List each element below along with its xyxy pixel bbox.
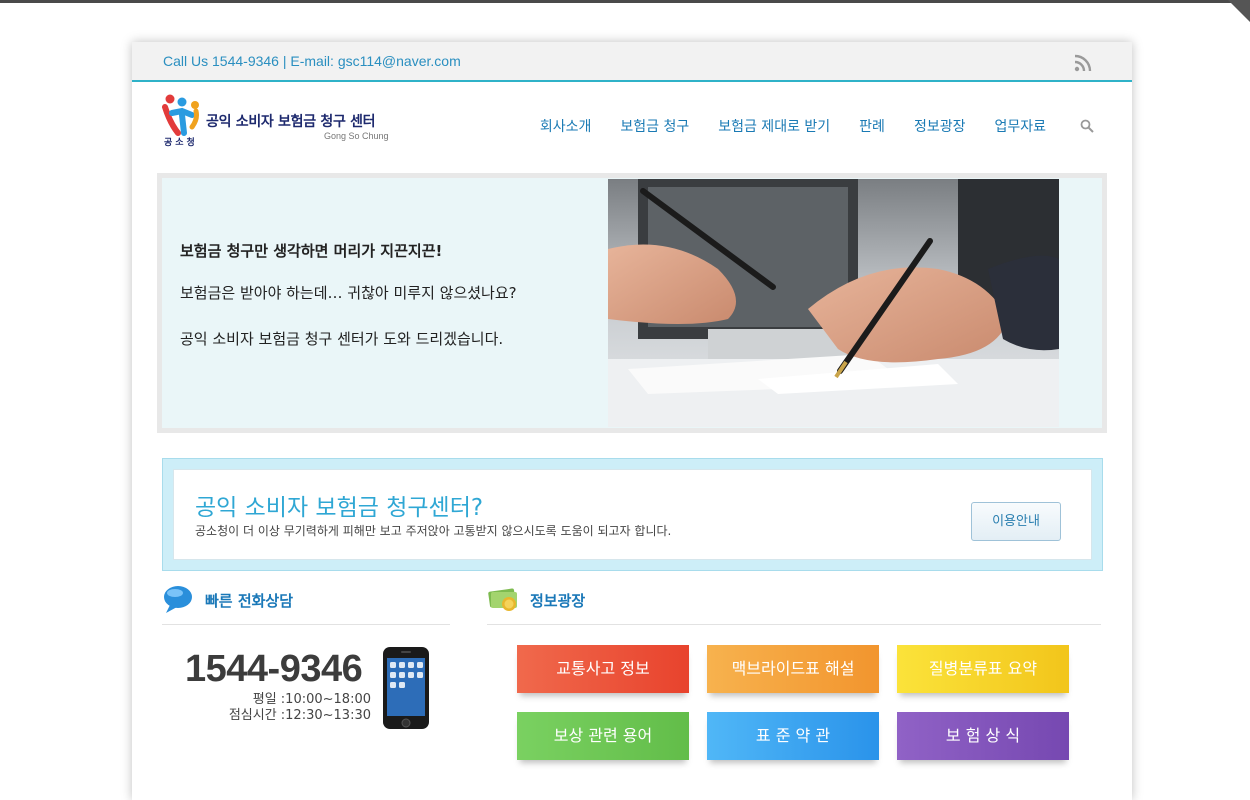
tile-insurance-basics[interactable]: 보 험 상 식 bbox=[897, 712, 1069, 760]
top-bar: Call Us 1544-9346 | E-mail: gsc114@naver… bbox=[132, 42, 1132, 82]
nav-item-info-square[interactable]: 정보광장 bbox=[914, 116, 966, 136]
consult-title: 빠른 전화상담 bbox=[205, 592, 294, 610]
hero-headline: 보험금 청구만 생각하면 머리가 지끈지끈! bbox=[180, 242, 443, 260]
search-icon[interactable] bbox=[1080, 119, 1094, 133]
tile-disease-classification[interactable]: 질병분류표 요약 bbox=[897, 645, 1069, 693]
smartphone-icon bbox=[383, 647, 429, 729]
logo[interactable]: 공익 소비자 보험금 청구 센터 Gong So Chung 공소청 bbox=[162, 93, 402, 148]
intro-box: 공익 소비자 보험금 청구센터? 공소청이 더 이상 무기력하게 피해만 보고 … bbox=[162, 458, 1103, 571]
hero-banner: 보험금 청구만 생각하면 머리가 지끈지끈! 보험금은 받아야 하는데… 귀찮아… bbox=[157, 173, 1107, 433]
nav-item-resources[interactable]: 업무자료 bbox=[994, 116, 1046, 136]
intro-title: 공익 소비자 보험금 청구센터? bbox=[195, 495, 484, 521]
tile-traffic-accident[interactable]: 교통사고 정보 bbox=[517, 645, 689, 693]
logo-name: 공익 소비자 보험금 청구 센터 bbox=[206, 114, 376, 130]
logo-abbreviation: 공소청 bbox=[164, 138, 198, 148]
business-hours: 평일 :10:00~18:00 점심시간 :12:30~13:30 bbox=[229, 692, 371, 724]
tile-standard-terms[interactable]: 표 준 약 관 bbox=[707, 712, 879, 760]
header: 공익 소비자 보험금 청구 센터 Gong So Chung 공소청 회사소개 … bbox=[132, 82, 1132, 172]
contact-info: Call Us 1544-9346 | E-mail: gsc114@naver… bbox=[163, 53, 461, 69]
nav-item-claim[interactable]: 보험금 청구 bbox=[620, 116, 689, 136]
hero-image-hands-signing bbox=[608, 179, 1059, 427]
tile-mcbride-table[interactable]: 맥브라이드표 해설 bbox=[707, 645, 879, 693]
phone-number[interactable]: 1544-9346 bbox=[185, 648, 363, 691]
hero-text-2: 공익 소비자 보험금 청구 센터가 도와 드리겠습니다. bbox=[180, 330, 504, 348]
main-nav: 회사소개 보험금 청구 보험금 제대로 받기 판례 정보광장 업무자료 bbox=[511, 116, 1094, 136]
hero-text-1: 보험금은 받아야 하는데… 귀찮아 미루지 않으셨나요? bbox=[180, 284, 517, 302]
nav-item-precedents[interactable]: 판례 bbox=[859, 116, 885, 136]
nav-item-proper-claim[interactable]: 보험금 제대로 받기 bbox=[718, 116, 830, 136]
logo-mark-icon bbox=[162, 94, 199, 136]
intro-description: 공소청이 더 이상 무기력하게 피해만 보고 주저앉아 고통받지 않으시도록 도… bbox=[195, 524, 672, 538]
info-section-header: 정보광장 bbox=[487, 582, 1101, 625]
nav-item-about[interactable]: 회사소개 bbox=[540, 116, 592, 136]
page-curl-corner bbox=[1228, 0, 1250, 38]
money-icon bbox=[488, 588, 517, 611]
tile-compensation-terms[interactable]: 보상 관련 용어 bbox=[517, 712, 689, 760]
consult-section-header: 빠른 전화상담 bbox=[162, 582, 450, 625]
weekday-hours: 평일 :10:00~18:00 bbox=[252, 692, 371, 707]
rss-icon[interactable] bbox=[1074, 54, 1092, 72]
page-container: Call Us 1544-9346 | E-mail: gsc114@naver… bbox=[132, 42, 1132, 800]
speech-bubble-icon bbox=[164, 586, 192, 613]
info-title: 정보광장 bbox=[530, 592, 586, 610]
top-rule bbox=[0, 0, 1250, 3]
lunch-hours: 점심시간 :12:30~13:30 bbox=[228, 708, 371, 723]
logo-english: Gong So Chung bbox=[324, 131, 389, 141]
usage-guide-button[interactable]: 이용안내 bbox=[971, 502, 1061, 541]
